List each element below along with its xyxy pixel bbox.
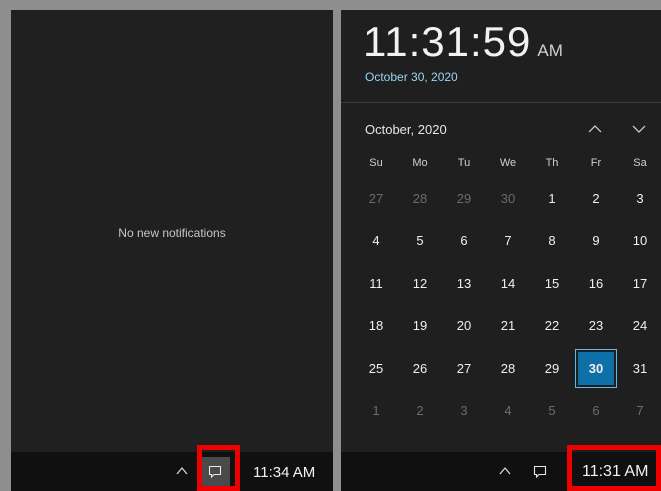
calendar-day[interactable]: 17 — [620, 265, 660, 302]
previous-month-button[interactable] — [584, 118, 606, 140]
show-hidden-icons-chevron-up-icon[interactable] — [175, 464, 189, 478]
calendar-day[interactable]: 5 — [400, 222, 440, 259]
weekday-label: Th — [545, 157, 559, 169]
chevron-up-icon — [588, 125, 602, 133]
current-date-link[interactable]: October 30, 2020 — [365, 70, 458, 84]
calendar-day-other-month[interactable]: 27 — [356, 180, 396, 217]
calendar-days-grid: 27 28 29 30 1 2 3 4 5 6 7 8 9 10 11 12 13 14 15 16 17 18 19 20 2… — [354, 180, 661, 432]
chevron-down-icon — [632, 125, 646, 133]
calendar-day[interactable]: 29 — [532, 350, 572, 387]
calendar-day-other-month[interactable]: 3 — [444, 392, 484, 429]
calendar-day[interactable]: 10 — [620, 222, 660, 259]
action-center-button[interactable] — [525, 457, 555, 487]
calendar-day[interactable]: 6 — [444, 222, 484, 259]
calendar-day-other-month[interactable]: 7 — [620, 392, 660, 429]
calendar-day-other-month[interactable]: 30 — [488, 180, 528, 217]
current-time-ampm: AM — [537, 41, 563, 60]
calendar-day[interactable]: 15 — [532, 265, 572, 302]
calendar-day-other-month[interactable]: 6 — [576, 392, 616, 429]
calendar-day[interactable]: 20 — [444, 307, 484, 344]
action-center-icon — [533, 465, 547, 479]
calendar-day[interactable]: 3 — [620, 180, 660, 217]
calendar-day[interactable]: 19 — [400, 307, 440, 344]
calendar-day[interactable]: 21 — [488, 307, 528, 344]
left-taskbar: 11:34 AM — [11, 452, 333, 491]
calendar-day[interactable]: 26 — [400, 350, 440, 387]
weekday-label: We — [499, 157, 517, 169]
calendar-day[interactable]: 22 — [532, 307, 572, 344]
calendar-day-selected[interactable]: 30 — [575, 348, 617, 388]
weekday-label: Fr — [590, 157, 602, 169]
weekday-label: Su — [369, 157, 383, 169]
divider — [341, 102, 661, 103]
calendar-day[interactable]: 14 — [488, 265, 528, 302]
calendar-day[interactable]: 27 — [444, 350, 484, 387]
action-center-button[interactable] — [200, 457, 230, 487]
no-notifications-message: No new notifications — [118, 226, 226, 240]
calendar-day-other-month[interactable]: 5 — [532, 392, 572, 429]
calendar-day-other-month[interactable]: 29 — [444, 180, 484, 217]
calendar-day[interactable]: 28 — [488, 350, 528, 387]
calendar-day[interactable]: 2 — [576, 180, 616, 217]
weekday-label: Sa — [633, 157, 647, 169]
calendar-day[interactable]: 9 — [576, 222, 616, 259]
calendar-day[interactable]: 4 — [356, 222, 396, 259]
calendar-day-other-month[interactable]: 4 — [488, 392, 528, 429]
calendar-day-other-month[interactable]: 1 — [356, 392, 396, 429]
action-center-icon — [208, 465, 222, 479]
weekday-header-row: Su Mo Tu We Th Fr Sa — [354, 157, 661, 173]
calendar-day[interactable]: 24 — [620, 307, 660, 344]
taskbar-clock[interactable]: 11:34 AM — [253, 464, 315, 481]
current-time-display: 11:31:59 AM — [363, 18, 563, 66]
calendar-flyout: 11:31:59 AM October 30, 2020 October, 202… — [341, 10, 661, 452]
calendar-day[interactable]: 12 — [400, 265, 440, 302]
calendar-day[interactable]: 8 — [532, 222, 572, 259]
calendar-day-other-month[interactable]: 2 — [400, 392, 440, 429]
action-center-panel: No new notifications — [11, 10, 333, 452]
right-taskbar: 11:31 AM — [341, 452, 661, 491]
calendar-day[interactable]: 16 — [576, 265, 616, 302]
calendar-day-other-month[interactable]: 28 — [400, 180, 440, 217]
calendar-day[interactable]: 18 — [356, 307, 396, 344]
taskbar-clock[interactable]: 11:31 AM — [582, 463, 648, 481]
calendar-day[interactable]: 31 — [620, 350, 660, 387]
weekday-label: Tu — [457, 157, 471, 169]
next-month-button[interactable] — [628, 118, 650, 140]
show-hidden-icons-chevron-up-icon[interactable] — [498, 464, 512, 478]
calendar-day[interactable]: 23 — [576, 307, 616, 344]
month-year-label[interactable]: October, 2020 — [365, 122, 447, 137]
calendar-day[interactable]: 11 — [356, 265, 396, 302]
calendar-day[interactable]: 25 — [356, 350, 396, 387]
current-time: 11:31:59 — [363, 18, 532, 65]
calendar-day[interactable]: 13 — [444, 265, 484, 302]
calendar-day[interactable]: 7 — [488, 222, 528, 259]
calendar-day[interactable]: 1 — [532, 180, 572, 217]
weekday-label: Mo — [412, 157, 428, 169]
